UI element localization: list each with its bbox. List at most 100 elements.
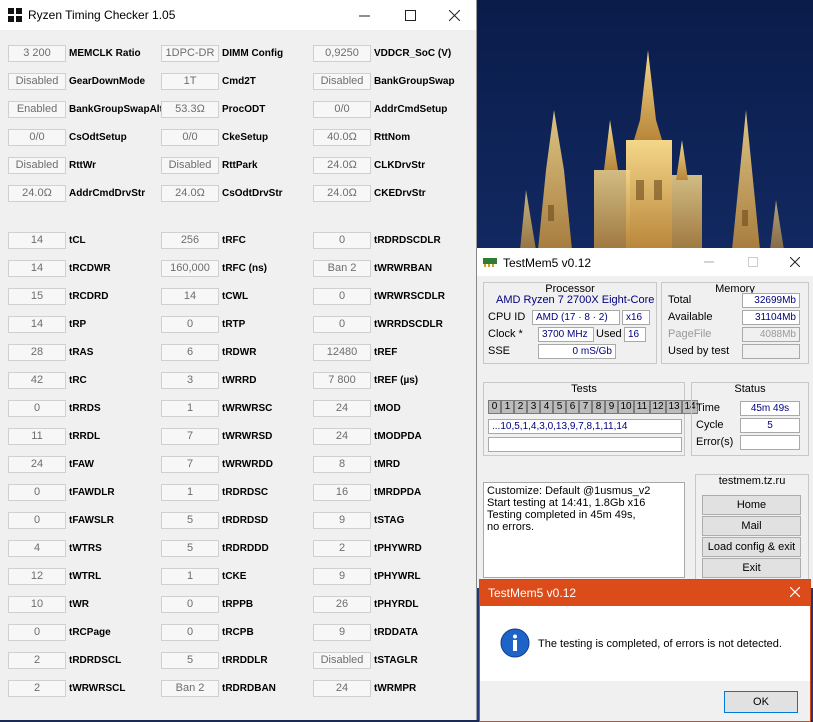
ok-button[interactable]: OK — [724, 691, 798, 713]
mail-button[interactable]: Mail — [702, 516, 801, 536]
dialog-close-button[interactable] — [780, 580, 810, 606]
timing-label: tRAS — [69, 347, 94, 358]
timing-label: tMODPDA — [374, 431, 422, 442]
dialog-title: TestMem5 v0.12 — [488, 586, 577, 600]
timing-value-field: 2 — [313, 540, 371, 557]
timing-label: tMOD — [374, 403, 401, 414]
load-config-exit-button[interactable]: Load config & exit — [702, 537, 801, 557]
tm5-close-button[interactable] — [775, 248, 813, 276]
test-cell: 5 — [553, 400, 566, 414]
timing-value-field: 11 — [8, 428, 66, 445]
dialog-titlebar[interactable]: TestMem5 v0.12 — [480, 580, 810, 606]
timing-label: tRTP — [222, 319, 246, 330]
timing-label: tRC — [69, 375, 87, 386]
timing-value-field: 2 — [8, 652, 66, 669]
errors-field — [740, 435, 800, 450]
timing-value-field: Disabled — [313, 73, 371, 90]
time-field: 45m 49s — [740, 401, 800, 416]
timing-value-field: 7 — [161, 456, 219, 473]
timing-label: tRCDWR — [69, 263, 111, 274]
available-label: Available — [668, 311, 713, 323]
timing-label: tMRD — [374, 459, 401, 470]
total-field: 32699Mb — [742, 293, 800, 308]
timing-label: tFAWSLR — [69, 515, 114, 526]
timing-label: tRCPB — [222, 627, 254, 638]
test-cell: 3 — [527, 400, 540, 414]
cycle-label: Cycle — [696, 419, 724, 431]
timing-value-field: 12480 — [313, 344, 371, 361]
timing-label: tWRWRDD — [222, 459, 273, 470]
timing-value-field: 9 — [313, 568, 371, 585]
timing-label: tRDRDDD — [222, 543, 269, 554]
timing-value-field: 5 — [161, 540, 219, 557]
timing-value-field: 5 — [161, 652, 219, 669]
info-icon — [500, 628, 530, 658]
timing-value-field: Disabled — [8, 157, 66, 174]
timing-label: tWTRL — [69, 571, 102, 582]
used-field: 16 — [624, 327, 646, 342]
timing-value-field: 7 800 — [313, 372, 371, 389]
timing-value-field: 53.3Ω — [161, 101, 219, 118]
memory-group: Memory Total 32699Mb Available 31104Mb P… — [661, 282, 809, 364]
timing-label: tWRMPR — [374, 683, 417, 694]
minimize-icon — [358, 15, 370, 16]
timing-label: tREF — [374, 347, 398, 358]
timing-value-field: 24.0Ω — [313, 185, 371, 202]
test-cell: 9 — [605, 400, 618, 414]
maximize-icon — [404, 9, 416, 21]
close-icon — [789, 586, 801, 598]
timing-label: tCWL — [222, 291, 249, 302]
timing-value-field: 0,9250 — [313, 45, 371, 62]
timing-label: tRDRDSD — [222, 515, 269, 526]
timing-label: tWRWRSC — [222, 403, 273, 414]
tests-heading: Tests — [571, 383, 597, 395]
timing-value-field: 160,000 — [161, 260, 219, 277]
timing-label: tWRWRBAN — [374, 263, 433, 274]
links-group: testmem.tz.ru Home Mail Load config & ex… — [695, 474, 809, 584]
timing-label: tRDDATA — [374, 627, 419, 638]
timing-label: tRRDL — [69, 431, 101, 442]
tm5-maximize-button[interactable] — [733, 248, 773, 276]
maximize-button[interactable] — [388, 0, 432, 30]
sse-field: 0 mS/Gb — [538, 344, 616, 359]
timing-label: DIMM Config — [222, 48, 284, 59]
timing-value-field: 9 — [313, 512, 371, 529]
testmem5-window: TestMem5 v0.12 Processor AMD Ryzen 7 270… — [476, 248, 813, 588]
timing-value-field: 14 — [8, 316, 66, 333]
timing-label: CKEDrvStr — [374, 188, 426, 199]
timing-value-field: 12 — [8, 568, 66, 585]
timing-value-field: 4 — [8, 540, 66, 557]
timing-value-field: 1T — [161, 73, 219, 90]
timing-value-field: 1 — [161, 484, 219, 501]
test-cell: 8 — [592, 400, 605, 414]
rtc-titlebar[interactable]: Ryzen Timing Checker 1.05 — [0, 0, 476, 30]
timing-value-field: 0 — [313, 232, 371, 249]
log-output[interactable]: Customize: Default @1usmus_v2 Start test… — [483, 482, 685, 578]
tests-group: Tests 0 1 2 3 4 5 6 7 8 9 10 11 12 13 14 ...10,5,1,4,3… — [483, 382, 698, 456]
home-button[interactable]: Home — [702, 495, 801, 515]
timing-value-field: 9 — [313, 624, 371, 641]
timing-value-field: Ban 2 — [313, 260, 371, 277]
exit-button[interactable]: Exit — [702, 558, 801, 578]
minimize-button[interactable] — [342, 0, 386, 30]
site-link[interactable]: testmem.tz.ru — [696, 475, 808, 487]
timing-value-field: 8 — [313, 456, 371, 473]
timing-label: tRFC — [222, 235, 246, 246]
timing-label: RttWr — [69, 160, 97, 171]
tm5-titlebar[interactable]: TestMem5 v0.12 — [477, 248, 813, 276]
timing-value-field: 0/0 — [313, 101, 371, 118]
timing-label: tRDRDBAN — [222, 683, 276, 694]
timing-label: tPHYWRD — [374, 543, 422, 554]
test-cell: 6 — [566, 400, 579, 414]
pagefile-label: PageFile — [668, 328, 712, 340]
tm5-minimize-button[interactable] — [689, 248, 729, 276]
test-cell: 2 — [514, 400, 527, 414]
timing-value-field: 0 — [8, 512, 66, 529]
timing-value-field: 1 — [161, 400, 219, 417]
timing-label: tRP — [69, 319, 87, 330]
processor-group: Processor AMD Ryzen 7 2700X Eight-Core C… — [483, 282, 657, 364]
close-button[interactable] — [432, 0, 476, 30]
timing-label: CsOdtSetup — [69, 132, 127, 143]
timing-value-field: 24.0Ω — [313, 157, 371, 174]
errors-label: Error(s) — [696, 436, 734, 448]
